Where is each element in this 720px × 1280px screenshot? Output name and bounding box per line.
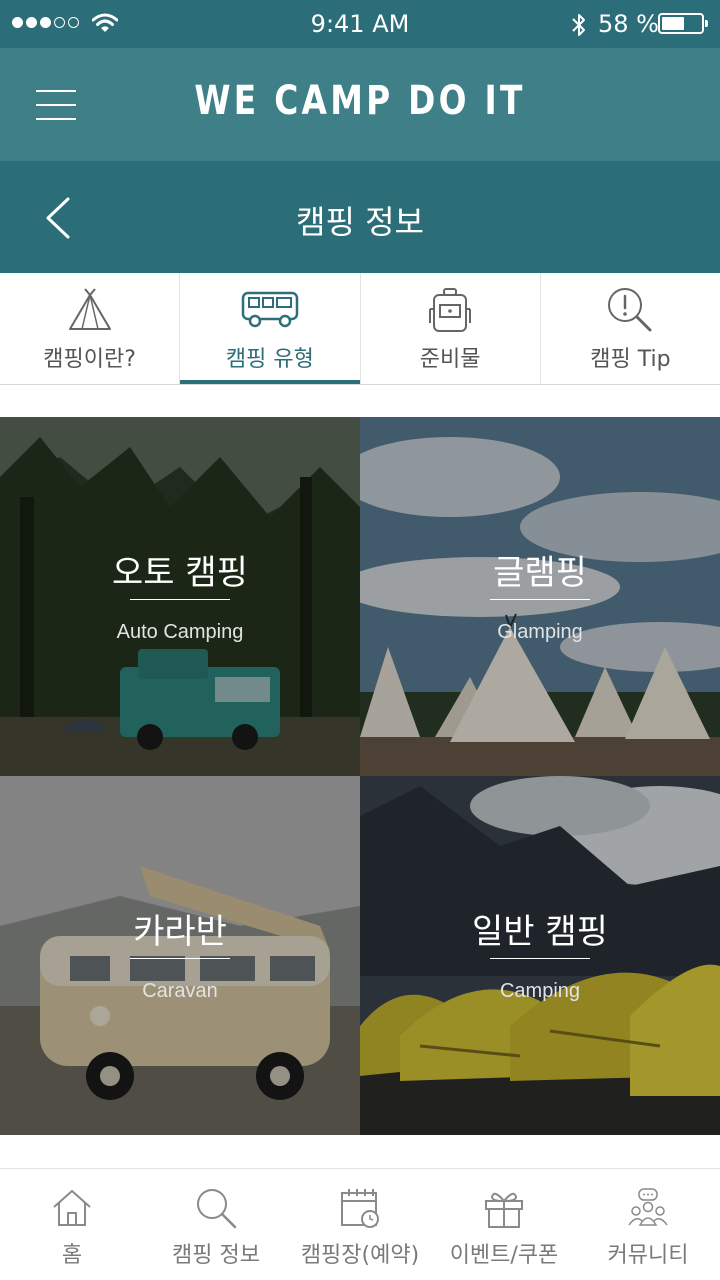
home-icon: [53, 1190, 91, 1226]
community-icon: [628, 1188, 668, 1226]
status-bar: 9:41 AM 58 %: [0, 0, 720, 48]
battery-percent: 58 %: [598, 10, 659, 38]
tab-label: 준비물: [419, 347, 481, 372]
nav-label: 이벤트/쿠폰: [449, 1243, 559, 1268]
card-title: 카라반: [133, 912, 227, 952]
card-divider: [490, 958, 590, 959]
tab-label: 캠핑 Tip: [590, 347, 671, 372]
nav-home[interactable]: 홈: [0, 1169, 144, 1280]
app-title: WE CAMP DO IT: [194, 78, 526, 124]
search-icon: [197, 1189, 237, 1229]
tab-camping-tip[interactable]: 캠핑 Tip: [541, 273, 720, 384]
card-title: 일반 캠핑: [472, 912, 608, 952]
nav-community[interactable]: 커뮤니티: [576, 1169, 720, 1280]
page-title: 캠핑 정보: [296, 203, 424, 241]
nav-campsite-reservation[interactable]: 캠핑장(예약): [288, 1169, 432, 1280]
card-divider: [130, 958, 230, 959]
nav-label: 캠핑 정보: [172, 1243, 260, 1268]
card-divider: [130, 599, 230, 600]
tab-camping-types[interactable]: 캠핑 유형: [180, 273, 361, 384]
card-title: 오토 캠핑: [112, 553, 248, 593]
tab-label: 캠핑이란?: [43, 347, 136, 372]
bottom-navigation: 홈 캠핑 정보 캠핑장(예약) 이벤트/쿠폰 커뮤니티: [0, 1168, 720, 1280]
card-general-camping[interactable]: 일반 캠핑 Camping: [360, 776, 720, 1135]
calendar-clock-icon: [341, 1189, 379, 1228]
app-header: WE CAMP DO IT: [0, 48, 720, 161]
card-glamping[interactable]: 글램핑 Glamping: [360, 417, 720, 776]
nav-events-coupons[interactable]: 이벤트/쿠폰: [432, 1169, 576, 1280]
card-subtitle: Caravan: [142, 980, 218, 1002]
card-auto-camping[interactable]: 오토 캠핑 Auto Camping: [0, 417, 360, 776]
camper-van-icon: [241, 291, 299, 328]
nav-label: 커뮤니티: [607, 1243, 689, 1268]
camping-type-grid: 오토 캠핑 Auto Camping 글램핑 Glamping 카라반 Cara…: [0, 417, 720, 1135]
card-subtitle: Auto Camping: [116, 621, 244, 643]
gift-icon: [485, 1192, 523, 1228]
card-caravan[interactable]: 카라반 Caravan: [0, 776, 360, 1135]
tent-icon: [68, 288, 111, 330]
category-tabs: 캠핑이란? 캠핑 유형 준비물 캠핑 Tip: [0, 273, 720, 385]
card-subtitle: Glamping: [497, 621, 583, 643]
search-alert-icon: [608, 288, 652, 332]
card-title: 글램핑: [493, 553, 587, 593]
sub-header: 캠핑 정보: [0, 161, 720, 273]
tab-label: 캠핑 유형: [225, 347, 314, 372]
tab-supplies[interactable]: 준비물: [361, 273, 541, 384]
card-subtitle: Camping: [499, 980, 581, 1002]
card-divider: [490, 599, 590, 600]
nav-camping-info[interactable]: 캠핑 정보: [144, 1169, 288, 1280]
tab-camping-intro[interactable]: 캠핑이란?: [0, 273, 181, 384]
bluetooth-icon: [572, 14, 585, 36]
nav-label: 홈: [61, 1243, 83, 1268]
backpack-icon: [429, 288, 472, 332]
nav-label: 캠핑장(예약): [300, 1243, 420, 1268]
battery-icon: [658, 13, 708, 34]
